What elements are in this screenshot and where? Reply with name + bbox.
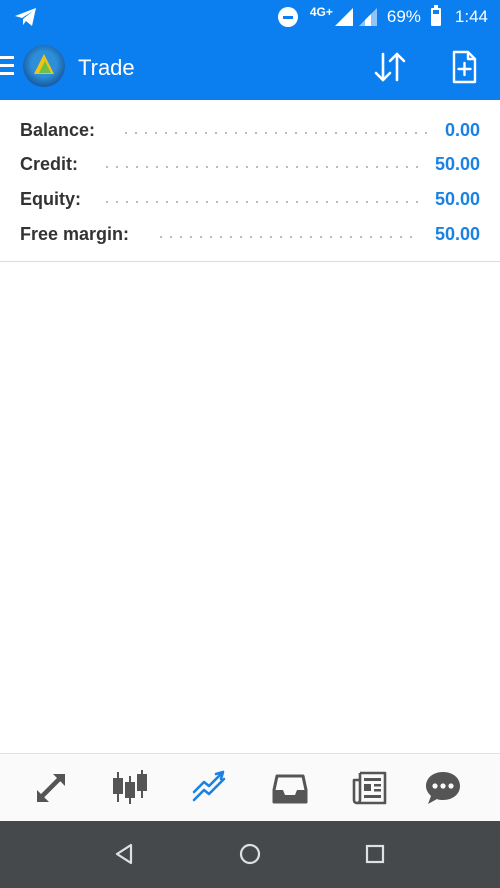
dot-leader: [121, 131, 433, 135]
history-icon: [272, 774, 308, 804]
messages-icon: [426, 772, 460, 804]
page-title: Trade: [78, 55, 135, 80]
app-toolbar: Trade: [0, 34, 500, 100]
signal-icon-2: [358, 8, 377, 26]
equity-row: Equity: 50.00: [0, 182, 500, 216]
credit-value: 50.00: [434, 154, 480, 174]
sort-icon[interactable]: [372, 50, 408, 84]
battery-percent: 69%: [386, 7, 421, 26]
dot-leader: [102, 165, 420, 169]
dot-leader: [156, 235, 420, 239]
dot-leader: [102, 200, 420, 204]
status-bar: 4G+ 69% 1:44: [0, 0, 500, 34]
home-icon[interactable]: [237, 841, 263, 867]
free-margin-value: 50.00: [434, 224, 480, 244]
system-navigation-bar: [0, 821, 500, 888]
balance-value: 0.00: [444, 120, 480, 140]
back-icon[interactable]: [112, 841, 138, 867]
status-indicators: 4G+ 69% 1:44: [277, 0, 500, 34]
trade-icon: [192, 770, 226, 802]
chart-icon: [113, 770, 147, 804]
equity-label: Equity:: [20, 189, 81, 209]
recents-icon[interactable]: [362, 841, 388, 867]
nav-chart[interactable]: [110, 768, 150, 808]
credit-row: Credit: 50.00: [0, 147, 500, 181]
app-logo[interactable]: [23, 45, 65, 87]
nav-history[interactable]: [270, 768, 310, 808]
bottom-navigation: [0, 753, 500, 821]
do-not-disturb-icon: [277, 7, 298, 27]
free-margin-row: Free margin: 50.00: [0, 217, 500, 251]
equity-value: 50.00: [434, 189, 480, 209]
mt-trade-screen: 4G+ 69% 1:44 Trade Balance: 0.00 Credit:…: [0, 0, 500, 888]
quotes-icon: [37, 774, 65, 802]
menu-icon[interactable]: [0, 56, 14, 76]
signal-icon: [334, 8, 353, 26]
telegram-icon: [15, 8, 36, 26]
nav-trade[interactable]: [190, 768, 230, 808]
clock: 1:44: [454, 7, 488, 26]
nav-quotes[interactable]: [31, 768, 71, 808]
nav-messages[interactable]: [423, 768, 463, 808]
network-type: 4G+: [309, 5, 333, 19]
balance-label: Balance:: [20, 120, 96, 140]
nav-news[interactable]: [350, 768, 390, 808]
battery-icon: [430, 5, 441, 26]
free-margin-label: Free margin:: [20, 224, 130, 244]
balance-row: Balance: 0.00: [0, 113, 500, 147]
account-summary: Balance: 0.00 Credit: 50.00 Equity: 50.0…: [0, 100, 500, 262]
credit-label: Credit:: [20, 154, 78, 174]
news-icon: [352, 771, 387, 805]
new-order-icon[interactable]: [446, 50, 482, 84]
